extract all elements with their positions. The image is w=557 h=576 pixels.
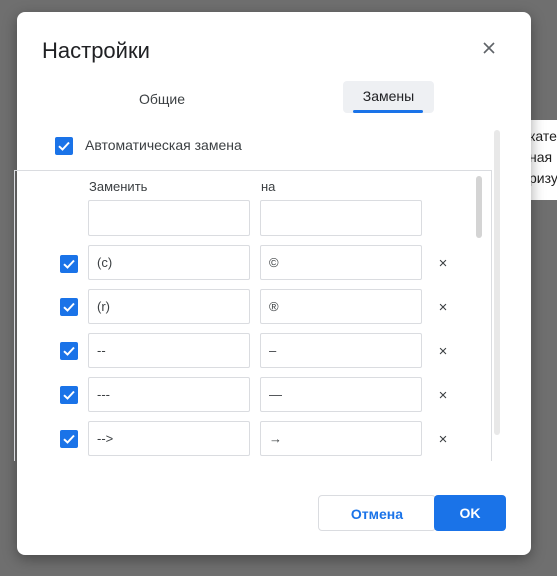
- new-replace-input[interactable]: [88, 200, 250, 236]
- delete-row-icon[interactable]: ×: [436, 344, 450, 359]
- row-checkbox[interactable]: [60, 430, 78, 448]
- checkmark-icon: [63, 346, 75, 356]
- checkmark-icon: [58, 141, 70, 151]
- delete-row-icon[interactable]: ×: [436, 388, 450, 403]
- checkmark-icon: [63, 434, 75, 444]
- row-checkbox[interactable]: [60, 342, 78, 360]
- close-icon[interactable]: [479, 38, 499, 58]
- replace-input[interactable]: -->: [88, 421, 250, 456]
- dialog-scrollbar[interactable]: [494, 130, 500, 435]
- checkmark-icon: [63, 390, 75, 400]
- new-with-input[interactable]: [260, 200, 422, 236]
- checkmark-icon: [63, 259, 75, 269]
- replacements-table: Заменить на (c) © × (r) ® × -- – × --- —…: [14, 170, 492, 461]
- row-checkbox[interactable]: [60, 298, 78, 316]
- column-header-replace: Заменить: [89, 179, 148, 194]
- delete-row-icon[interactable]: ×: [436, 256, 450, 271]
- settings-dialog: Настройки Общие Замены Автоматическая за…: [14, 12, 531, 555]
- background-text: ная: [527, 149, 557, 165]
- column-header-with: на: [261, 179, 276, 194]
- background-text: кате: [527, 128, 557, 144]
- dialog-title: Настройки: [42, 38, 150, 63]
- replace-input[interactable]: ---: [88, 377, 250, 412]
- tab-replacements[interactable]: Замены: [343, 81, 434, 113]
- background-text: ризу: [527, 170, 557, 186]
- auto-replace-checkbox[interactable]: [55, 137, 73, 155]
- with-input[interactable]: —: [260, 377, 422, 412]
- replace-input[interactable]: (c): [88, 245, 250, 280]
- checkmark-icon: [63, 302, 75, 312]
- auto-replace-label: Автоматическая замена: [85, 137, 242, 153]
- tab-general[interactable]: Общие: [112, 88, 212, 122]
- row-checkbox[interactable]: [60, 386, 78, 404]
- ok-button[interactable]: OK: [434, 495, 506, 531]
- active-tab-indicator: [353, 110, 423, 113]
- delete-row-icon[interactable]: ×: [436, 432, 450, 447]
- replace-input[interactable]: --: [88, 333, 250, 368]
- with-input[interactable]: ®: [260, 289, 422, 324]
- with-input[interactable]: –: [260, 333, 422, 368]
- with-input[interactable]: →: [260, 421, 422, 456]
- replace-input[interactable]: (r): [88, 289, 250, 324]
- cancel-button[interactable]: Отмена: [318, 495, 436, 531]
- row-checkbox[interactable]: [60, 255, 78, 273]
- with-input[interactable]: ©: [260, 245, 422, 280]
- table-scrollbar[interactable]: [476, 176, 482, 238]
- delete-row-icon[interactable]: ×: [436, 300, 450, 315]
